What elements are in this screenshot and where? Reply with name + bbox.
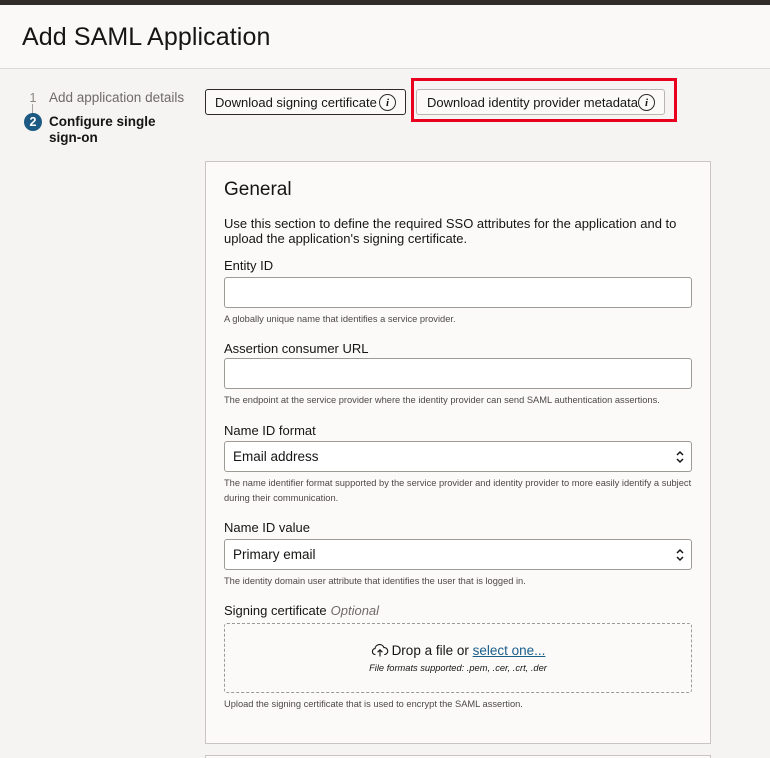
- optional-tag: Optional: [330, 603, 380, 618]
- page-title: Add SAML Application: [22, 23, 271, 51]
- drop-text: Drop a file or: [391, 643, 469, 658]
- name-id-value-label: Name ID value: [224, 520, 310, 535]
- wizard-step-add-details[interactable]: 1 Add application details: [24, 89, 185, 107]
- name-id-format-label: Name ID format: [224, 423, 316, 438]
- drop-prompt: Drop a file or select one...: [225, 643, 691, 658]
- step-label: Add application details: [49, 90, 185, 105]
- step-number: 1: [29, 91, 37, 105]
- file-dropzone[interactable]: Drop a file or select one... File format…: [224, 623, 692, 693]
- download-signing-certificate-button[interactable]: Download signing certificate i: [205, 89, 406, 115]
- button-label: Download signing certificate: [215, 94, 377, 110]
- select-chevron-icon: [676, 450, 684, 464]
- acs-url-help: The endpoint at the service provider whe…: [224, 395, 660, 405]
- signing-certificate-help: Upload the signing certificate that is u…: [224, 699, 523, 709]
- section-description: Use this section to define the required …: [224, 216, 677, 246]
- entity-id-label: Entity ID: [224, 258, 274, 273]
- entity-id-help: A globally unique name that identifies a…: [224, 314, 456, 324]
- button-label: Download identity provider metadata: [427, 94, 639, 110]
- name-id-value-select[interactable]: Primary email: [224, 539, 692, 570]
- info-icon[interactable]: i: [638, 94, 655, 111]
- select-file-link[interactable]: select one...: [473, 643, 546, 658]
- signing-certificate-label: Signing certificate Optional: [224, 603, 379, 618]
- name-id-format-select[interactable]: Email address: [224, 441, 692, 472]
- step-label: Configure single sign-on: [49, 114, 156, 145]
- step-number: 2: [24, 113, 42, 131]
- select-chevron-icon: [676, 548, 684, 562]
- cloud-upload-icon: [371, 644, 388, 657]
- acs-url-input[interactable]: [224, 358, 692, 389]
- name-id-format-help: The name identifier format supported by …: [224, 478, 692, 503]
- file-formats-text: File formats supported: .pem, .cer, .crt…: [369, 663, 547, 673]
- select-value: Email address: [233, 449, 319, 464]
- page-header: Add SAML Application: [0, 5, 770, 69]
- info-icon[interactable]: i: [379, 94, 396, 111]
- wizard-step-configure-sso[interactable]: 2 Configure single sign-on: [24, 113, 189, 146]
- name-id-value-help: The identity domain user attribute that …: [224, 576, 526, 586]
- entity-id-input[interactable]: [224, 277, 692, 308]
- field-label: Signing certificate: [224, 603, 327, 618]
- section-title: General: [224, 179, 292, 200]
- download-idp-metadata-button[interactable]: Download identity provider metadata i: [416, 89, 665, 115]
- select-value: Primary email: [233, 547, 316, 562]
- acs-url-label: Assertion consumer URL: [224, 341, 369, 356]
